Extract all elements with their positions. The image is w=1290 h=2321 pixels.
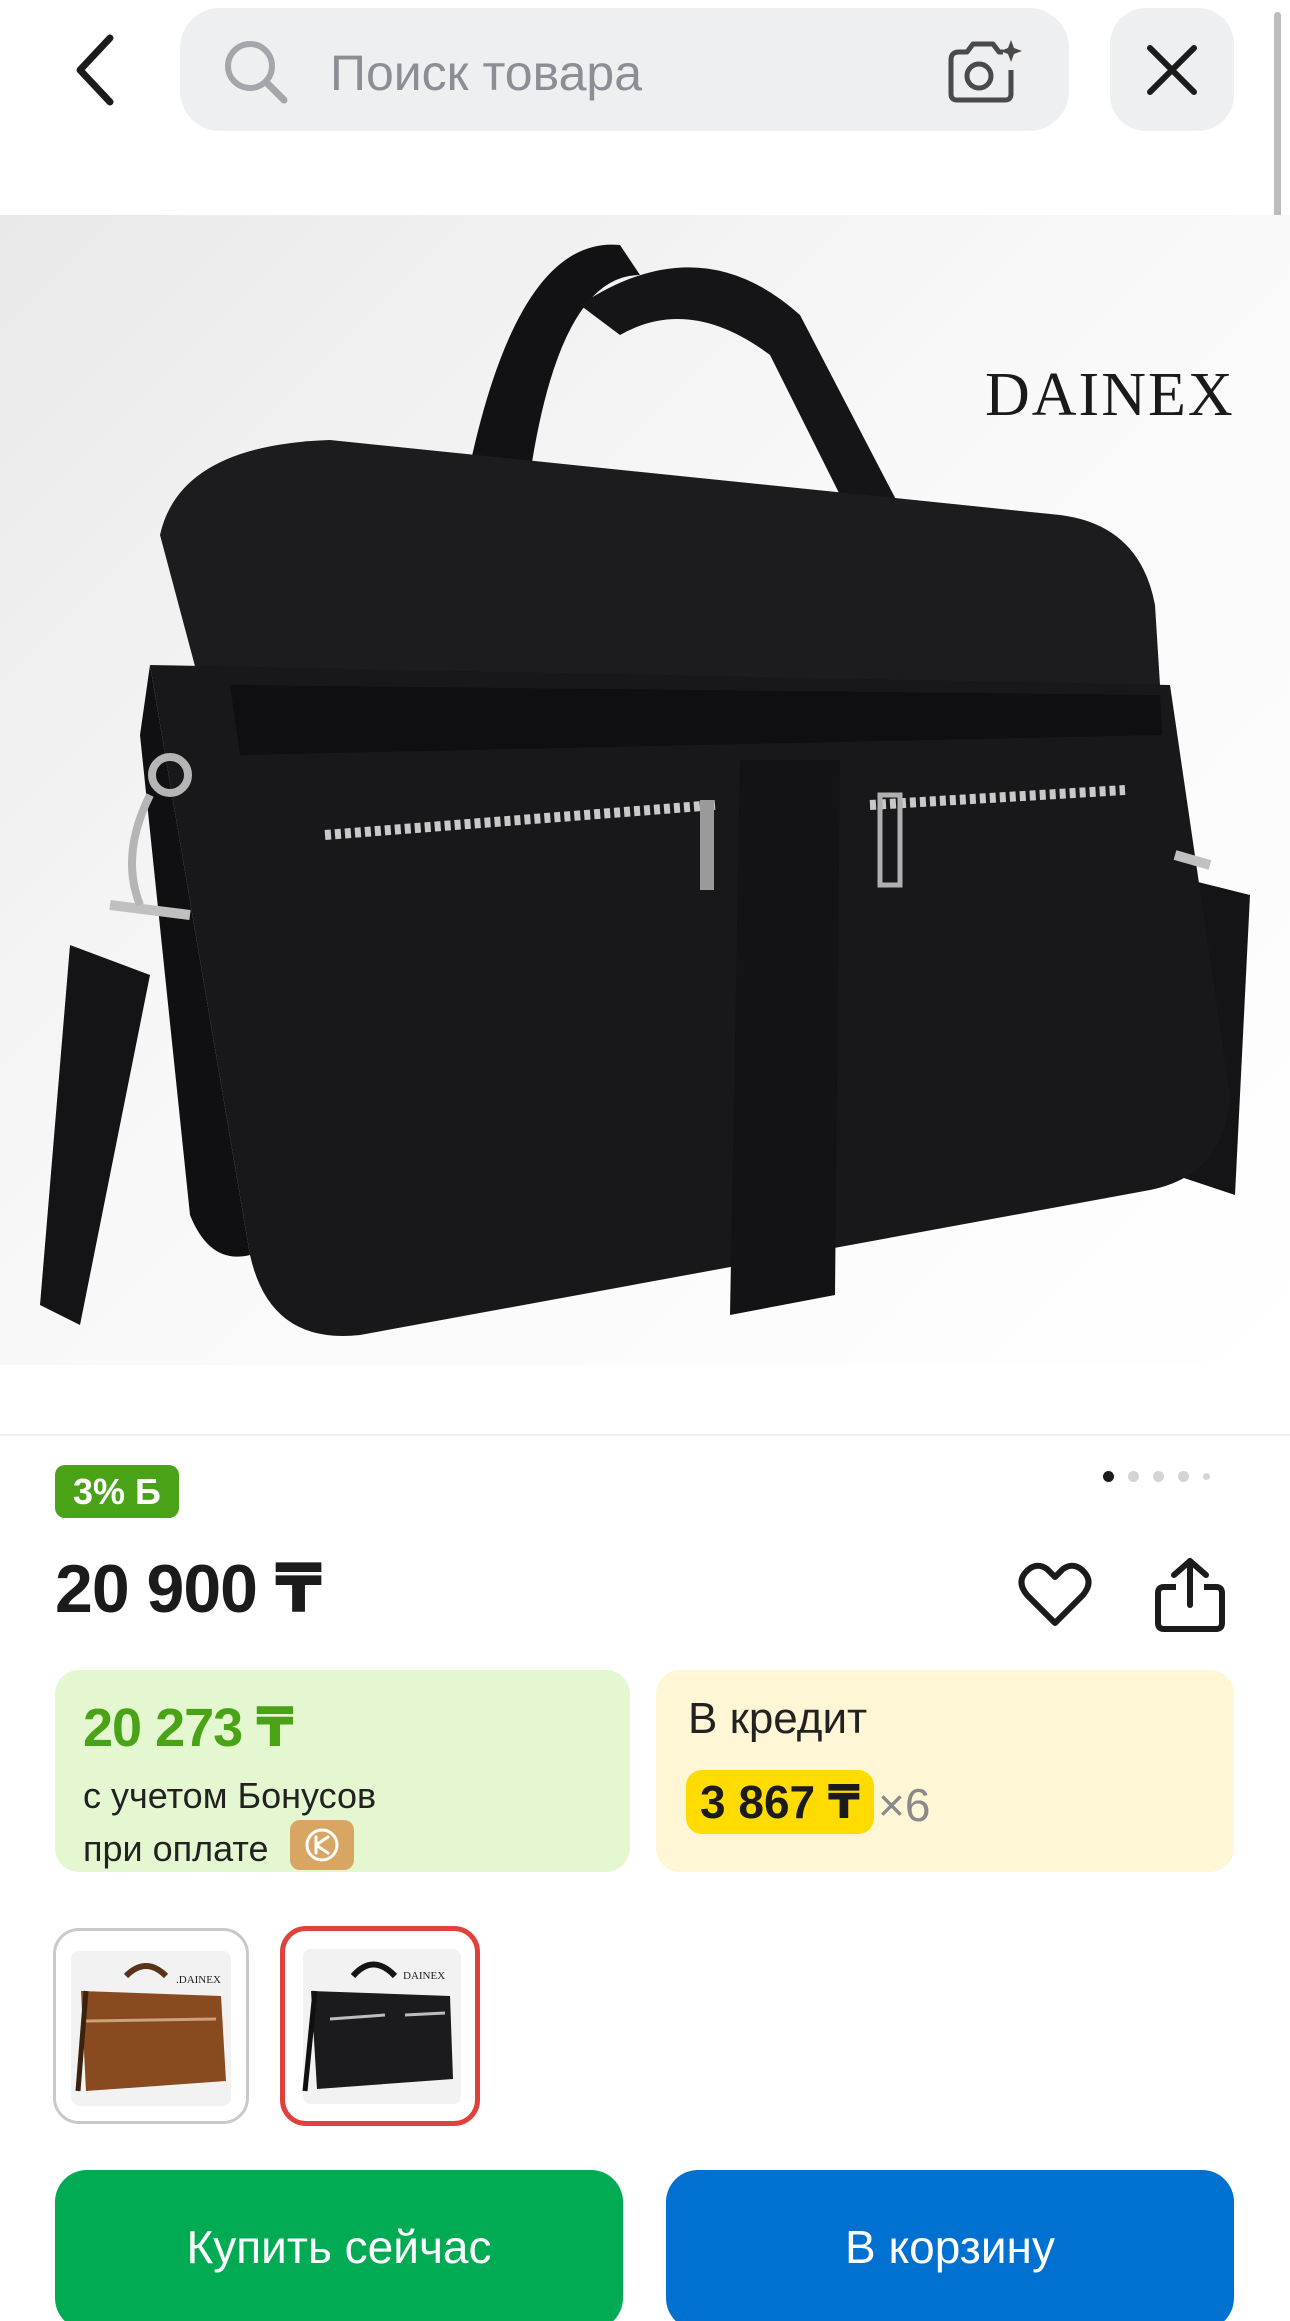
search-icon xyxy=(225,41,288,104)
top-bar: Поиск товара xyxy=(0,0,1290,215)
search-placeholder: Поиск товара xyxy=(330,45,643,101)
gallery-dot xyxy=(1128,1471,1139,1482)
buy-now-button[interactable]: Купить сейчас xyxy=(55,2170,623,2321)
share-button[interactable] xyxy=(1150,1555,1230,1635)
variant-brown-thumbnail: .DAINEX xyxy=(71,1951,231,2106)
search-bar[interactable]: Поиск товара xyxy=(180,8,1069,131)
gallery-dot xyxy=(1178,1471,1189,1482)
gallery-pagination xyxy=(1103,1471,1210,1482)
product-photo-bag: DAINEX xyxy=(40,244,1250,1336)
product-price: 20 900 ₸ xyxy=(55,1551,322,1627)
credit-card[interactable]: В кредит 3 867 ₸ ×6 xyxy=(656,1670,1234,1872)
bonus-price-card[interactable]: 20 273 ₸ с учетом Бонусов при оплате xyxy=(55,1670,630,1872)
back-arrow-icon xyxy=(76,34,114,106)
favorite-button[interactable] xyxy=(1015,1555,1095,1635)
svg-text:.DAINEX: .DAINEX xyxy=(176,1974,221,1986)
back-button[interactable] xyxy=(60,30,130,110)
svg-text:DAINEX: DAINEX xyxy=(403,1970,445,1982)
share-icon xyxy=(1155,1558,1225,1632)
close-icon xyxy=(1147,44,1197,95)
camera-search-icon[interactable] xyxy=(945,36,1025,106)
heart-icon xyxy=(1018,1562,1092,1626)
product-image[interactable]: DAINEX xyxy=(0,215,1290,1365)
gallery-dot xyxy=(1203,1473,1210,1480)
credit-term: ×6 xyxy=(878,1779,931,1831)
bonus-price: 20 273 ₸ xyxy=(83,1698,294,1758)
bonus-badge: 3% Б xyxy=(55,1465,179,1518)
wallet-icon xyxy=(290,1820,354,1870)
add-to-cart-button[interactable]: В корзину xyxy=(666,2170,1234,2321)
credit-label: В кредит xyxy=(688,1694,868,1743)
section-divider xyxy=(0,1434,1290,1436)
brand-watermark: DAINEX xyxy=(985,361,1235,429)
payment-note: при оплате xyxy=(83,1828,269,1869)
variant-black-thumbnail: DAINEX xyxy=(302,1949,461,2104)
variant-brown[interactable]: .DAINEX xyxy=(53,1928,249,2124)
variant-black[interactable]: DAINEX xyxy=(280,1926,480,2126)
gallery-dot xyxy=(1153,1471,1164,1482)
close-button[interactable] xyxy=(1110,8,1234,131)
bonus-note: с учетом Бонусов xyxy=(83,1775,377,1816)
credit-monthly-payment: 3 867 ₸ xyxy=(686,1770,874,1834)
gallery-dot-active xyxy=(1103,1471,1114,1482)
